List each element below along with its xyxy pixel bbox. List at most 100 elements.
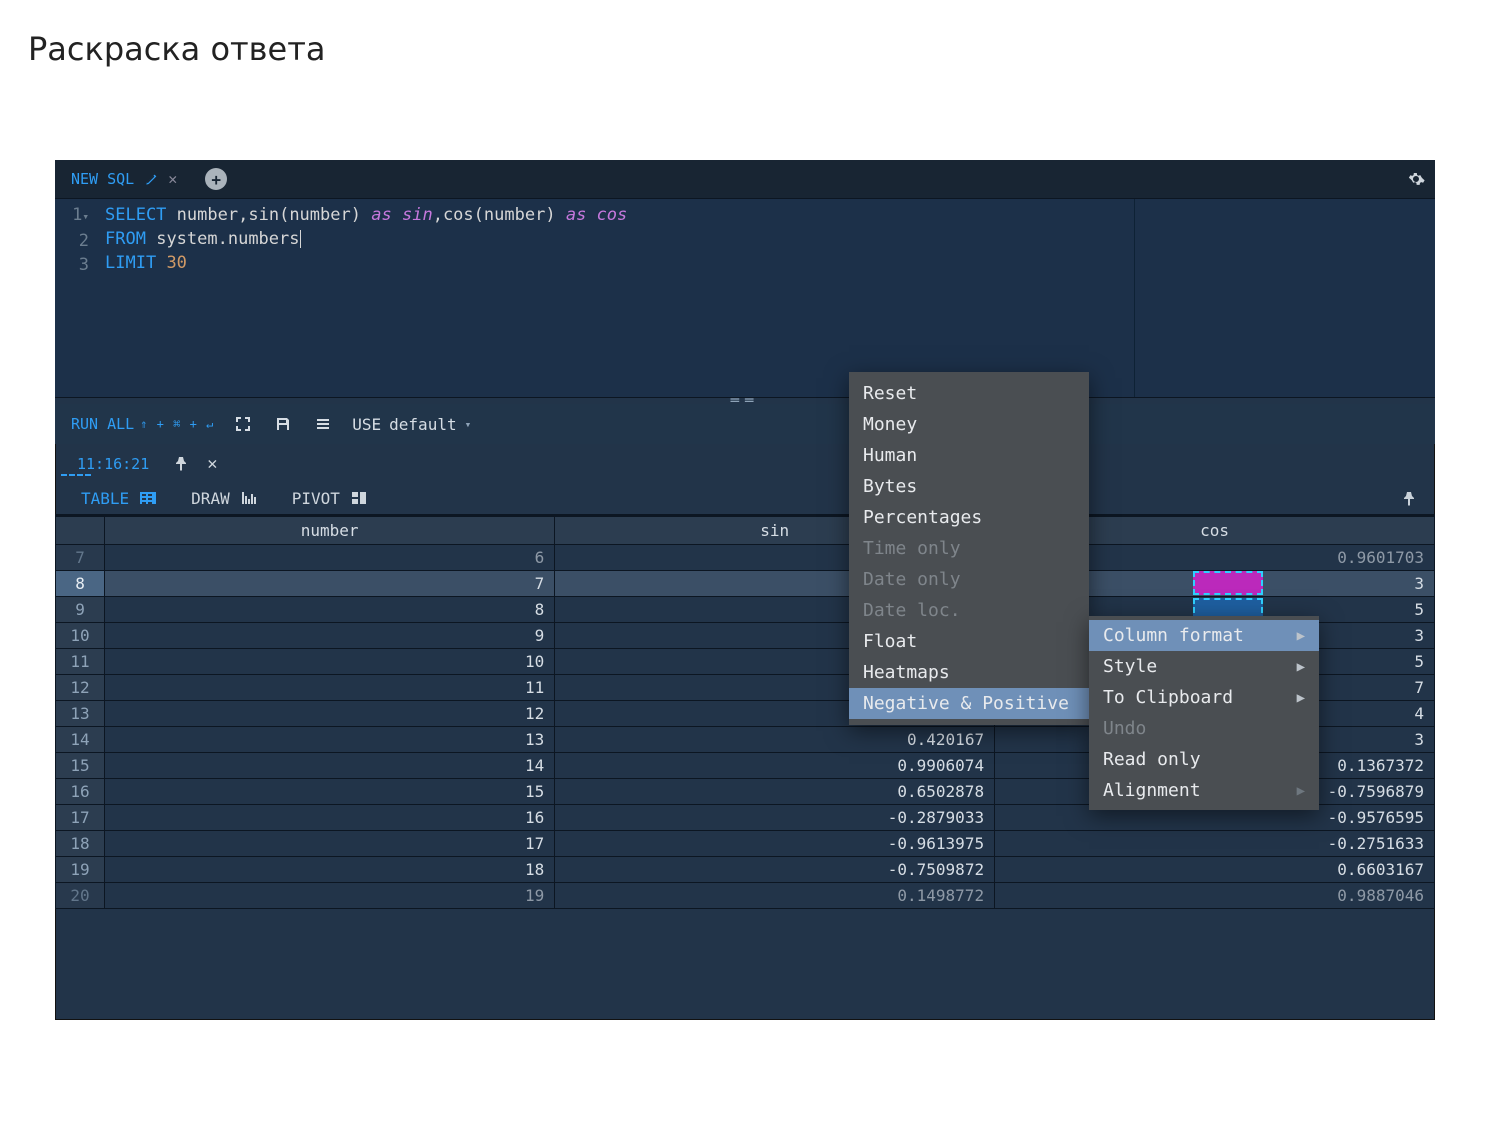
results-tab-bar: 11:16:21 ✕ — [55, 444, 1435, 474]
cell-sin[interactable]: 0.9906074 — [555, 753, 995, 779]
cell-number[interactable]: 10 — [105, 649, 555, 675]
table-row[interactable]: 20190.14987720.9887046 — [56, 883, 1435, 909]
cell-sin[interactable]: -0.9613975 — [555, 831, 995, 857]
chevron-right-icon: ▶ — [1297, 783, 1305, 799]
row-number[interactable]: 13 — [56, 701, 105, 727]
format-item-heatmaps[interactable]: Heatmaps — [849, 657, 1089, 688]
row-number[interactable]: 16 — [56, 779, 105, 805]
cell-number[interactable]: 13 — [105, 727, 555, 753]
ctx-item-alignment[interactable]: Alignment▶ — [1089, 775, 1319, 806]
cell-sin[interactable]: -0.2879033 — [555, 805, 995, 831]
row-number[interactable]: 9 — [56, 597, 105, 623]
column-format-submenu[interactable]: ResetMoneyHumanBytesPercentagesTime only… — [849, 372, 1089, 725]
add-tab-button[interactable]: + — [205, 168, 227, 190]
format-item-human[interactable]: Human — [849, 440, 1089, 471]
table-header-row: number sin cos — [56, 517, 1435, 545]
mode-draw[interactable]: DRAW — [191, 488, 258, 508]
use-label: USE — [352, 415, 381, 434]
sql-app-window: NEW SQL ✕ + 1▾ 2 3 SELECT number,sin(num… — [55, 160, 1435, 1020]
grid-context-menu[interactable]: Column format▶Style▶To Clipboard▶UndoRea… — [1089, 616, 1319, 810]
row-number[interactable]: 10 — [56, 623, 105, 649]
chevron-right-icon: ▶ — [1297, 659, 1305, 675]
sql-tab[interactable]: NEW SQL ✕ — [61, 160, 187, 198]
fullscreen-icon[interactable] — [232, 416, 254, 432]
run-shortcut-hint: ⇑ + ⌘ + ↵ — [140, 417, 214, 431]
cell-number[interactable]: 12 — [105, 701, 555, 727]
cell-number[interactable]: 19 — [105, 883, 555, 909]
sql-code[interactable]: SELECT number,sin(number) as sin,cos(num… — [55, 203, 1435, 275]
ctx-item-read-only[interactable]: Read only — [1089, 744, 1319, 775]
cell-sin[interactable]: 0.420167 — [555, 727, 995, 753]
ctx-item-column-format[interactable]: Column format▶ — [1089, 620, 1319, 651]
row-number[interactable]: 18 — [56, 831, 105, 857]
tab-bar: NEW SQL ✕ + — [55, 160, 1435, 198]
chart-icon — [240, 488, 258, 508]
running-indicator — [61, 474, 91, 476]
chevron-right-icon: ▶ — [1297, 628, 1305, 644]
format-item-percentages[interactable]: Percentages — [849, 502, 1089, 533]
table-row[interactable]: 1918-0.75098720.6603167 — [56, 857, 1435, 883]
chevron-down-icon: ▾ — [465, 418, 472, 431]
row-number[interactable]: 7 — [56, 545, 105, 571]
format-item-negative-positive[interactable]: Negative & Positive — [849, 688, 1089, 719]
row-number[interactable]: 14 — [56, 727, 105, 753]
format-item-money[interactable]: Money — [849, 409, 1089, 440]
cell-number[interactable]: 14 — [105, 753, 555, 779]
pencil-icon[interactable] — [144, 170, 158, 188]
ctx-item-to-clipboard[interactable]: To Clipboard▶ — [1089, 682, 1319, 713]
cell-number[interactable]: 6 — [105, 545, 555, 571]
save-icon[interactable] — [272, 416, 294, 432]
editor-toolbar: RUN ALL ⇑ + ⌘ + ↵ USE default ▾ — [55, 404, 1435, 444]
use-value: default — [389, 415, 456, 434]
tab-label: NEW SQL — [71, 170, 134, 188]
close-result-icon[interactable]: ✕ — [207, 454, 217, 474]
query-timestamp: 11:16:21 — [77, 455, 149, 473]
row-number[interactable]: 11 — [56, 649, 105, 675]
table-icon — [139, 488, 157, 508]
row-number[interactable]: 17 — [56, 805, 105, 831]
run-all-button[interactable]: RUN ALL ⇑ + ⌘ + ↵ — [71, 415, 214, 433]
line-gutter: 1▾ 2 3 — [55, 203, 97, 277]
settings-gear-icon[interactable] — [1407, 168, 1425, 189]
close-tab-icon[interactable]: ✕ — [168, 170, 177, 188]
row-number[interactable]: 12 — [56, 675, 105, 701]
cell-sin[interactable]: 0.6502878 — [555, 779, 995, 805]
mode-pivot[interactable]: PIVOT — [292, 488, 368, 508]
col-number[interactable]: number — [105, 517, 555, 545]
table-row[interactable]: 760.9601703 — [56, 545, 1435, 571]
cell-number[interactable]: 8 — [105, 597, 555, 623]
format-item-reset[interactable]: Reset — [849, 378, 1089, 409]
cell-number[interactable]: 17 — [105, 831, 555, 857]
format-item-bytes[interactable]: Bytes — [849, 471, 1089, 502]
row-number[interactable]: 15 — [56, 753, 105, 779]
table-row[interactable]: 1817-0.9613975-0.2751633 — [56, 831, 1435, 857]
database-selector[interactable]: USE default ▾ — [352, 415, 471, 434]
cell-cos[interactable]: -0.2751633 — [995, 831, 1435, 857]
row-number[interactable]: 19 — [56, 857, 105, 883]
cell-number[interactable]: 9 — [105, 623, 555, 649]
view-mode-tabs: TABLE DRAW PIVOT — [55, 474, 1435, 514]
row-number[interactable]: 20 — [56, 883, 105, 909]
cell-sin[interactable]: -0.7509872 — [555, 857, 995, 883]
cell-number[interactable]: 11 — [105, 675, 555, 701]
format-item-float[interactable]: Float — [849, 626, 1089, 657]
cell-number[interactable]: 7 — [105, 571, 555, 597]
ctx-item-undo: Undo — [1089, 713, 1319, 744]
sql-editor[interactable]: 1▾ 2 3 SELECT number,sin(number) as sin,… — [55, 198, 1435, 398]
cell-cos[interactable]: 0.9887046 — [995, 883, 1435, 909]
pin-icon[interactable] — [173, 454, 189, 474]
cell-number[interactable]: 15 — [105, 779, 555, 805]
pivot-icon — [350, 488, 368, 508]
cell-sin[interactable]: 0.1498772 — [555, 883, 995, 909]
menu-icon[interactable] — [312, 416, 334, 432]
cell-cos[interactable]: 0.6603167 — [995, 857, 1435, 883]
format-item-date-loc-: Date loc. — [849, 595, 1089, 626]
ctx-item-style[interactable]: Style▶ — [1089, 651, 1319, 682]
heat-cell — [1193, 571, 1263, 595]
row-number[interactable]: 8 — [56, 571, 105, 597]
cell-number[interactable]: 18 — [105, 857, 555, 883]
page-heading: Раскраска ответа — [0, 0, 1500, 68]
mode-table[interactable]: TABLE — [81, 488, 157, 508]
pin-right-icon[interactable] — [1401, 489, 1417, 508]
cell-number[interactable]: 16 — [105, 805, 555, 831]
